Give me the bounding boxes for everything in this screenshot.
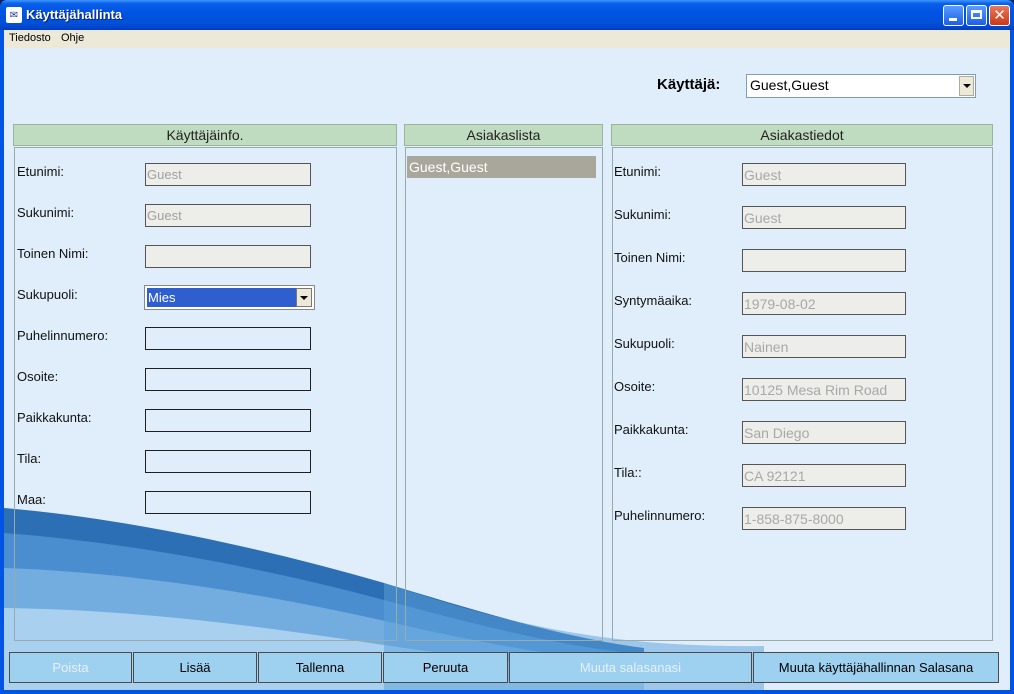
middle-name-field[interactable]	[145, 245, 311, 268]
delete-button[interactable]: Poista	[9, 652, 132, 683]
save-button[interactable]: Tallenna	[258, 652, 382, 683]
customer-details-header: Asiakastiedot	[611, 124, 993, 146]
state-label: Tila:	[17, 451, 42, 466]
cust-city-field[interactable]: San Diego	[742, 421, 906, 444]
first-name-value: Guest	[147, 167, 182, 182]
chevron-down-icon[interactable]	[296, 288, 312, 307]
user-info-header: Käyttäjäinfo.	[13, 124, 397, 146]
state-field[interactable]	[145, 450, 311, 473]
change-password-button[interactable]: Muuta salasanasi	[509, 652, 752, 683]
cust-phone-label: Puhelinnumero:	[614, 508, 706, 523]
customer-list[interactable]	[405, 147, 603, 641]
cancel-button[interactable]: Peruuta	[383, 652, 508, 683]
cust-city-value: San Diego	[744, 425, 810, 441]
address-field[interactable]	[145, 368, 311, 391]
cust-address-label: Osoite:	[614, 379, 656, 394]
cust-first-name-field[interactable]: Guest	[742, 163, 906, 186]
maximize-button[interactable]	[966, 5, 987, 26]
first-name-label: Etunimi:	[17, 164, 64, 179]
minimize-button[interactable]	[943, 5, 964, 26]
app-window: ✉ Käyttäjähallinta ✕ Tiedosto Ohje Käytt…	[0, 0, 1014, 694]
add-button[interactable]: Lisää	[133, 652, 257, 683]
cust-gender-value: Nainen	[744, 339, 789, 355]
cust-phone-value: 1-858-875-8000	[744, 511, 844, 527]
close-button[interactable]: ✕	[989, 5, 1010, 26]
last-name-value: Guest	[147, 208, 182, 223]
cust-last-name-value: Guest	[744, 210, 782, 226]
cust-gender-label: Sukupuoli:	[614, 336, 675, 351]
user-select[interactable]: Guest,Guest	[746, 74, 976, 98]
city-field[interactable]	[145, 409, 311, 432]
minimize-icon	[949, 18, 957, 21]
user-label: Käyttäjä:	[657, 76, 721, 93]
cust-birthdate-field[interactable]: 1979-08-02	[742, 292, 906, 315]
app-icon[interactable]: ✉	[6, 7, 22, 23]
last-name-label: Sukunimi:	[17, 205, 75, 220]
cust-last-name-label: Sukunimi:	[614, 207, 672, 222]
cust-first-name-label: Etunimi:	[614, 164, 661, 179]
cust-last-name-field[interactable]: Guest	[742, 206, 906, 229]
gender-select[interactable]: Mies	[144, 285, 315, 310]
last-name-field[interactable]: Guest	[145, 204, 311, 227]
user-select-value: Guest,Guest	[750, 77, 829, 93]
middle-name-label: Toinen Nimi:	[17, 246, 89, 261]
menu-tiedosto[interactable]: Tiedosto	[9, 32, 51, 44]
customer-list-header: Asiakaslista	[404, 124, 603, 146]
cust-phone-field[interactable]: 1-858-875-8000	[742, 507, 906, 530]
cust-gender-field[interactable]: Nainen	[742, 335, 906, 358]
window-title: Käyttäjähallinta	[26, 7, 123, 22]
maximize-icon	[971, 10, 982, 19]
title-bar[interactable]: ✉ Käyttäjähallinta ✕	[0, 0, 1014, 30]
cust-birthdate-value: 1979-08-02	[744, 296, 816, 312]
phone-label: Puhelinnumero:	[17, 328, 109, 343]
cust-state-field[interactable]: CA 92121	[742, 464, 906, 487]
gender-value: Mies	[148, 290, 176, 305]
first-name-field[interactable]: Guest	[145, 163, 311, 186]
menu-bar: Tiedosto Ohje	[4, 30, 1010, 48]
cust-state-label: Tila::	[614, 465, 642, 480]
cust-state-value: CA 92121	[744, 468, 806, 484]
gender-label: Sukupuoli:	[17, 287, 78, 302]
phone-field[interactable]	[145, 327, 311, 350]
cust-middle-name-label: Toinen Nimi:	[614, 250, 686, 265]
cust-city-label: Paikkakunta:	[614, 422, 689, 437]
cust-middle-name-field[interactable]	[742, 249, 906, 272]
customer-list-item[interactable]: Guest,Guest	[407, 156, 596, 178]
cust-address-value: 10125 Mesa Rim Road	[744, 382, 888, 398]
cust-first-name-value: Guest	[744, 167, 782, 183]
cust-birthdate-label: Syntymäaika:	[614, 293, 693, 308]
city-label: Paikkakunta:	[17, 410, 92, 425]
address-label: Osoite:	[17, 369, 59, 384]
close-icon: ✕	[993, 6, 1006, 24]
cust-address-field[interactable]: 10125 Mesa Rim Road	[742, 378, 906, 401]
country-label: Maa:	[17, 492, 46, 507]
chevron-down-icon[interactable]	[959, 76, 974, 96]
client-area: Käyttäjä: Guest,Guest Käyttäjäinfo. Etun…	[4, 48, 1010, 690]
change-admin-password-button[interactable]: Muuta käyttäjähallinnan Salasana	[753, 652, 999, 683]
country-field[interactable]	[145, 491, 311, 514]
menu-ohje[interactable]: Ohje	[61, 32, 84, 44]
